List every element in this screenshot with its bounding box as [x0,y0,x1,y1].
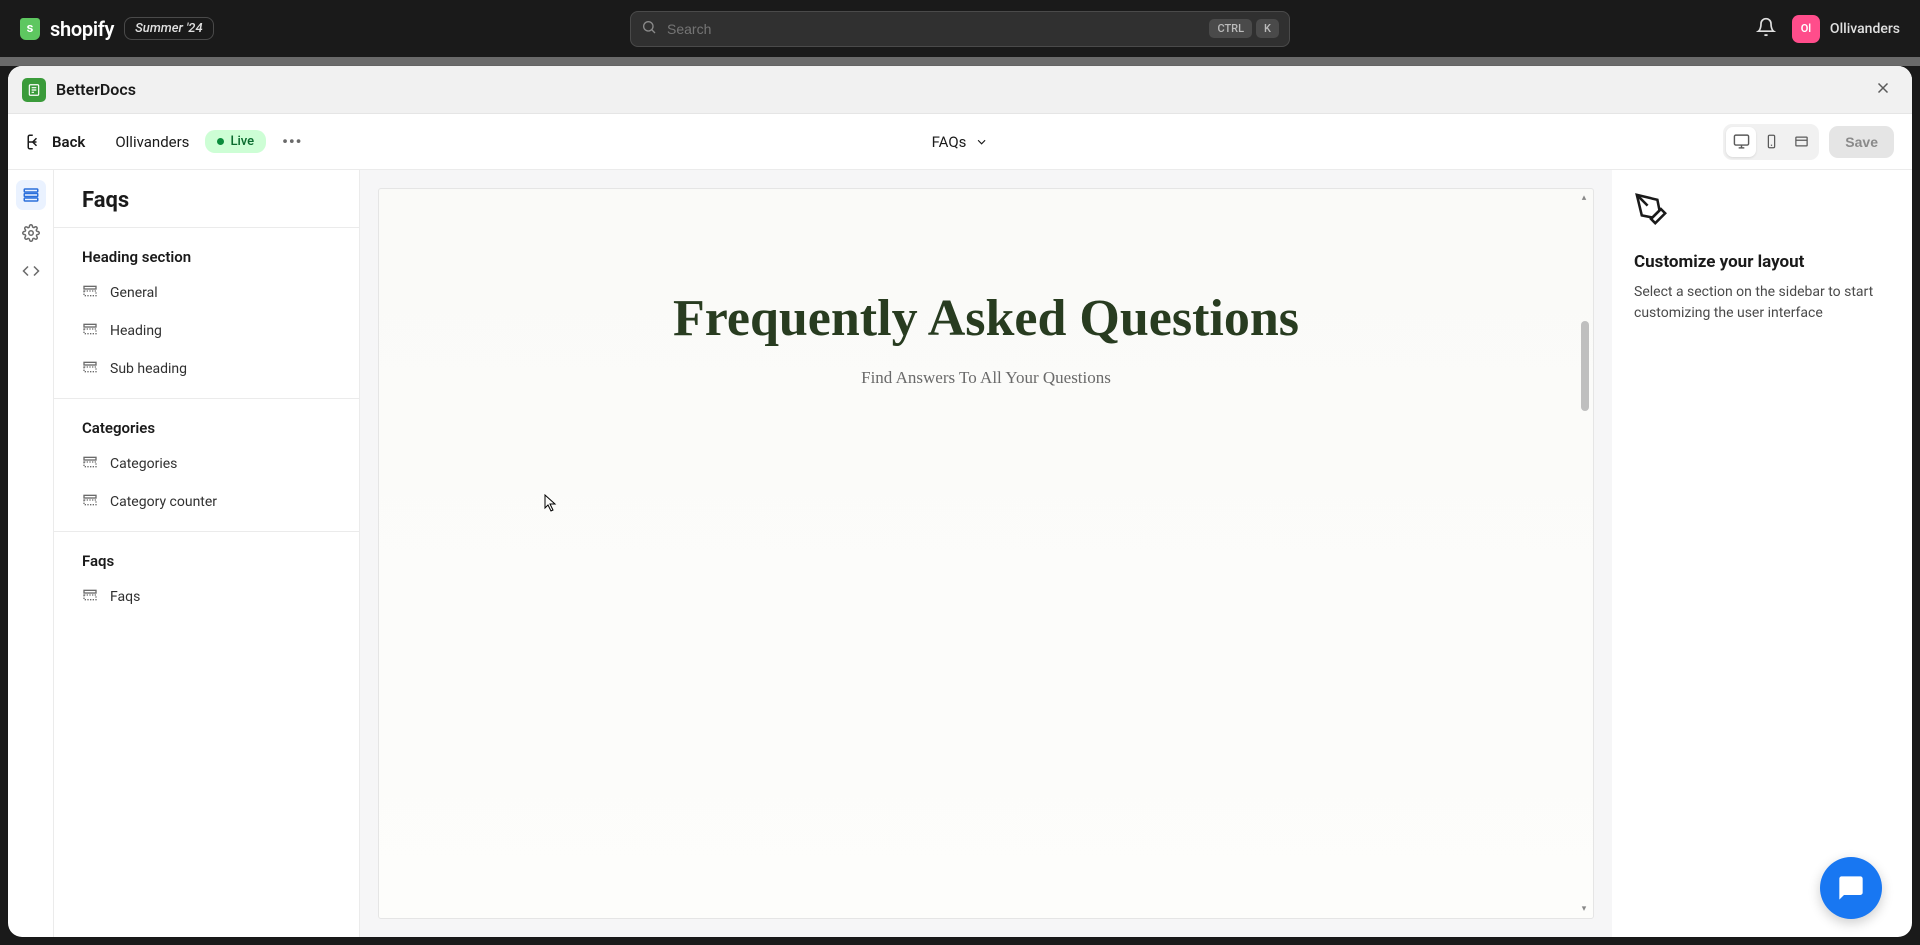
sections-tab-icon[interactable] [16,180,46,210]
block-icon [82,454,98,474]
desktop-view-button[interactable] [1726,127,1756,157]
item-label: Sub heading [110,361,187,377]
paint-icon [1634,192,1890,230]
shopify-header: shopify Summer '24 CTRL K Ol Ollivanders [0,0,1920,57]
logo-area[interactable]: shopify Summer '24 [20,17,214,41]
faq-subheading: Find Answers To All Your Questions [379,368,1593,388]
device-switcher [1723,124,1819,160]
live-dot-icon [217,138,224,145]
fullscreen-view-button[interactable] [1786,127,1816,157]
section-header: Heading section [54,242,359,274]
right-panel: Customize your layout Select a section o… [1612,170,1912,937]
mini-rail [8,170,54,937]
edition-badge: Summer '24 [124,17,213,40]
mobile-view-button[interactable] [1756,127,1786,157]
page-selector[interactable]: FAQs [932,133,989,151]
app-title: BetterDocs [56,80,136,99]
search-input[interactable] [667,21,1209,37]
preview-content: Frequently Asked Questions Find Answers … [379,189,1593,388]
item-label: Category counter [110,494,217,510]
live-text: Live [230,134,254,149]
right-panel-desc: Select a section on the sidebar to start… [1634,282,1890,324]
sidebar-item-general[interactable]: General [54,274,359,312]
notifications-icon[interactable] [1756,17,1776,41]
search-bar[interactable]: CTRL K [630,11,1290,47]
scroll-thumb[interactable] [1581,321,1589,411]
shopify-bag-icon [20,18,40,40]
store-name[interactable]: Ollivanders [115,133,189,151]
user-name: Ollivanders [1830,21,1900,37]
save-button[interactable]: Save [1829,126,1894,158]
more-actions-icon[interactable]: ••• [282,132,302,151]
section-header: Categories [54,413,359,445]
chat-icon [1837,874,1865,902]
right-panel-title: Customize your layout [1634,252,1890,272]
scrollbar[interactable]: ▴ ▾ [1577,191,1591,916]
block-icon [82,492,98,512]
page-name: FAQs [932,133,967,151]
user-menu[interactable]: Ol Ollivanders [1792,15,1900,43]
editor-toolbar: Back Ollivanders Live ••• FAQs [8,114,1912,170]
brand-text: shopify [50,17,114,41]
block-icon [82,321,98,341]
search-icon [641,19,657,39]
app-icon [22,78,46,102]
section-header: Faqs [54,546,359,578]
block-icon [82,283,98,303]
item-label: Heading [110,323,162,339]
kbd-ctrl: CTRL [1209,19,1252,38]
sidebar-item-category-counter[interactable]: Category counter [54,483,359,521]
app-titlebar: BetterDocs [8,66,1912,114]
back-label: Back [52,133,85,151]
section-group-heading: Heading section General Heading Sub head… [54,227,359,398]
scroll-down-icon[interactable]: ▾ [1577,902,1591,916]
section-group-faqs: Faqs Faqs [54,531,359,626]
sidebar-item-categories[interactable]: Categories [54,445,359,483]
scroll-up-icon[interactable]: ▴ [1577,191,1591,205]
kbd-k: K [1256,19,1279,38]
avatar: Ol [1792,15,1820,43]
item-label: Categories [110,456,177,472]
code-tab-icon[interactable] [16,256,46,286]
sidebar-item-sub-heading[interactable]: Sub heading [54,350,359,388]
chevron-down-icon [974,135,988,149]
close-icon[interactable] [1868,73,1898,107]
item-label: Faqs [110,589,140,605]
block-icon [82,587,98,607]
section-group-categories: Categories Categories Category counter [54,398,359,531]
sidebar: Faqs Heading section General Heading Sub… [54,170,360,937]
settings-tab-icon[interactable] [16,218,46,248]
app-container: BetterDocs Back Ollivanders Live ••• FAQ… [8,66,1912,937]
canvas-area: Frequently Asked Questions Find Answers … [360,170,1612,937]
item-label: General [110,285,158,301]
sidebar-title: Faqs [54,170,359,227]
editor-body: Faqs Heading section General Heading Sub… [8,170,1912,937]
preview-frame[interactable]: Frequently Asked Questions Find Answers … [378,188,1594,919]
live-badge: Live [205,130,266,153]
back-button[interactable]: Back [26,133,85,151]
chat-bubble-button[interactable] [1820,857,1882,919]
sidebar-item-heading[interactable]: Heading [54,312,359,350]
search-shortcut: CTRL K [1209,19,1279,38]
faq-heading: Frequently Asked Questions [379,289,1593,348]
block-icon [82,359,98,379]
sidebar-item-faqs[interactable]: Faqs [54,578,359,616]
cursor-icon [544,494,558,512]
